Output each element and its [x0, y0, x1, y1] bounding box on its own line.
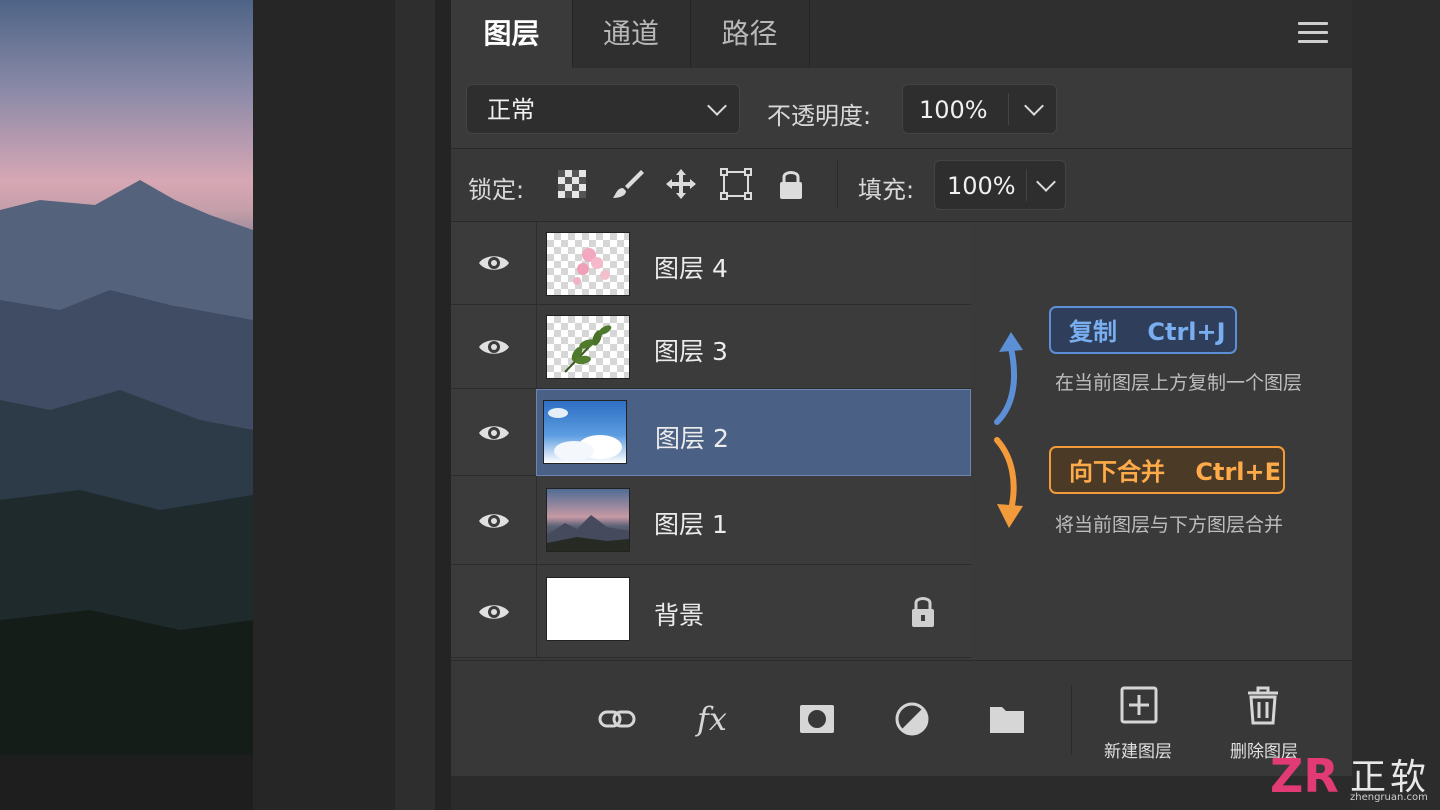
layer-name[interactable]: 图层 2: [655, 419, 729, 455]
arrow-down-icon: [994, 437, 1023, 528]
canvas-border: [0, 755, 253, 810]
layer-row[interactable]: 图层 4: [451, 222, 971, 305]
chevron-down-icon[interactable]: [1024, 96, 1044, 116]
folder-icon[interactable]: [987, 699, 1027, 739]
merge-description: 将当前图层与下方图层合并: [1055, 514, 1284, 536]
layer-row[interactable]: 图层 1: [451, 476, 971, 565]
layer-thumbnail: [546, 488, 630, 552]
layer-name[interactable]: 图层 3: [654, 332, 728, 368]
annotation-area: 复制 Ctrl+J 在当前图层上方复制一个图层 向下合并 Ctrl+E 将当前图…: [971, 222, 1352, 658]
visibility-cell: [451, 222, 537, 304]
opacity-label: 不透明度:: [767, 102, 872, 130]
right-background: [1352, 0, 1440, 810]
mountain-landscape: [0, 180, 253, 755]
fill-field[interactable]: 100%: [934, 160, 1066, 210]
eye-icon[interactable]: [477, 246, 511, 280]
blend-row: 正常 不透明度: 100%: [451, 68, 1352, 149]
fx-icon[interactable]: fx: [697, 699, 737, 739]
lock-divider: [837, 161, 838, 209]
layer-thumbnail: [546, 577, 630, 641]
blend-mode-select[interactable]: 正常: [466, 84, 740, 134]
layers-list: 图层 4 图层 3 图层 2 图层 1 背景: [451, 222, 971, 658]
layer-thumbnail: [543, 400, 627, 464]
panel-edge: [435, 0, 451, 810]
visibility-cell: [451, 305, 537, 388]
new-layer-icon[interactable]: [1119, 685, 1159, 725]
zr-logo: ZR: [1270, 750, 1339, 800]
tab-paths[interactable]: 路径: [690, 0, 810, 68]
layers-panel: 图层 通道 路径 正常 不透明度: 100% 锁定: 填充: 100% 图层 4…: [451, 0, 1352, 776]
merge-shortcut-badge: 向下合并 Ctrl+E: [1049, 446, 1285, 494]
eye-icon[interactable]: [477, 416, 511, 450]
eye-icon[interactable]: [477, 595, 511, 629]
chevron-down-icon[interactable]: [1036, 172, 1056, 192]
panel-menu-icon[interactable]: [1298, 22, 1328, 46]
brush-icon[interactable]: [611, 167, 645, 201]
blend-mode-value: 正常: [487, 96, 535, 124]
layer-row-selected[interactable]: 图层 2: [536, 389, 971, 476]
lock-icon[interactable]: [774, 167, 808, 201]
zr-logo-text: ZR: [1270, 750, 1339, 800]
new-layer-button[interactable]: 新建图层: [1083, 737, 1193, 762]
blue-sky-thumbnail: [548, 408, 622, 461]
trash-icon[interactable]: [1243, 685, 1283, 725]
layer-row[interactable]: 背景: [451, 565, 971, 658]
merge-label: 向下合并: [1069, 458, 1165, 486]
tab-layers[interactable]: 图层: [451, 0, 573, 68]
eye-icon[interactable]: [477, 504, 511, 538]
opacity-field[interactable]: 100%: [902, 84, 1057, 134]
layers-toolbar: fx 新建图层 删除图层: [451, 660, 1352, 776]
fill-label: 填充:: [858, 176, 915, 204]
link-icon[interactable]: [597, 699, 637, 739]
mask-icon[interactable]: [797, 699, 837, 739]
panel-tabs: 图层 通道 路径: [451, 0, 1352, 68]
adjustment-icon[interactable]: [892, 699, 932, 739]
artboard-icon[interactable]: [719, 167, 753, 201]
checkerboard-icon[interactable]: [555, 167, 589, 201]
eye-icon[interactable]: [477, 330, 511, 364]
lock-row: 锁定: 填充: 100%: [451, 149, 1352, 222]
copy-shortcut: Ctrl+J: [1147, 318, 1226, 346]
visibility-cell: [451, 476, 537, 564]
canvas-photo: [0, 0, 253, 755]
arrow-up-icon: [994, 332, 1023, 425]
copy-shortcut-badge: 复制 Ctrl+J: [1049, 306, 1237, 354]
layer-name[interactable]: 背景: [654, 596, 704, 632]
copy-description: 在当前图层上方复制一个图层: [1055, 372, 1303, 394]
watermark-url: zhengruan.com: [1350, 792, 1428, 803]
opacity-value: 100%: [919, 96, 988, 124]
pink-flowers-thumbnail: [573, 248, 610, 285]
canvas-background: [253, 0, 395, 810]
lock-icon: [912, 597, 934, 627]
copy-label: 复制: [1069, 318, 1117, 346]
mountain-sunset-thumbnail: [547, 515, 629, 551]
layer-thumbnail: [546, 315, 630, 379]
fill-value: 100%: [947, 172, 1016, 200]
toolbar-divider: [1071, 685, 1072, 755]
green-leaf-thumbnail: [564, 325, 612, 373]
move-icon[interactable]: [664, 167, 698, 201]
watermark: ZR 正软 zhengruan.com: [1270, 748, 1440, 810]
visibility-cell-selected: [451, 389, 536, 476]
layer-thumbnail: [546, 232, 630, 296]
panel-gutter: [395, 0, 435, 810]
layer-name[interactable]: 图层 4: [654, 249, 728, 285]
tab-channels[interactable]: 通道: [572, 0, 691, 68]
layer-name[interactable]: 图层 1: [654, 505, 728, 541]
layer-row[interactable]: 图层 3: [451, 305, 971, 389]
visibility-cell: [451, 565, 537, 657]
lock-label: 锁定:: [468, 176, 525, 204]
merge-shortcut: Ctrl+E: [1195, 458, 1282, 486]
chevron-down-icon: [707, 96, 727, 116]
